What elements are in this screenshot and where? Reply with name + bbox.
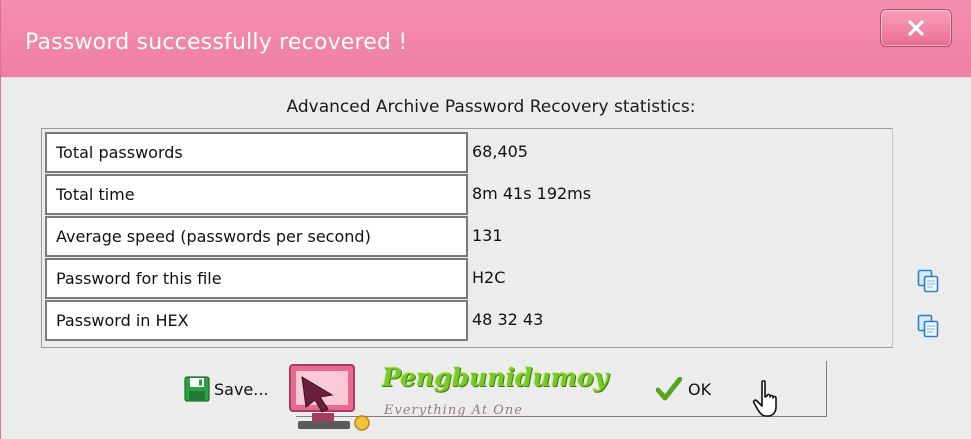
hand-cursor-icon bbox=[752, 380, 777, 417]
password-recovered-dialog: Password successfully recovered ! Advanc… bbox=[0, 0, 971, 439]
stat-label: Password for this file bbox=[45, 258, 468, 299]
copy-password-button[interactable] bbox=[917, 269, 939, 293]
stat-label: Total passwords bbox=[45, 132, 468, 173]
stat-label: Average speed (passwords per second) bbox=[45, 216, 468, 257]
stat-label: Password in HEX bbox=[45, 300, 468, 341]
statistics-heading: Advanced Archive Password Recovery stati… bbox=[286, 97, 696, 117]
stat-value[interactable]: H2C bbox=[470, 258, 890, 299]
save-button-label: Save... bbox=[214, 379, 269, 399]
copy-icon bbox=[917, 314, 939, 338]
table-row: Total time 8m 41s 192ms bbox=[45, 174, 893, 216]
stat-value: 131 bbox=[472, 226, 503, 245]
stat-value: 68,405 bbox=[472, 142, 528, 161]
stat-label: Total time bbox=[45, 174, 468, 215]
stat-value[interactable]: 48 32 43 bbox=[470, 300, 890, 341]
save-button[interactable]: Save... bbox=[184, 369, 304, 409]
statistics-table: Total passwords 68,405 Total time 8m 41s… bbox=[41, 128, 893, 348]
dialog-body: Advanced Archive Password Recovery stati… bbox=[1, 77, 971, 439]
window-title: Password successfully recovered ! bbox=[25, 30, 408, 55]
floppy-disk-icon bbox=[184, 376, 210, 402]
table-row: Total passwords 68,405 bbox=[45, 132, 893, 174]
close-button[interactable] bbox=[880, 9, 952, 47]
table-row: Password in HEX 48 32 43 bbox=[45, 300, 893, 342]
title-bar[interactable]: Password successfully recovered ! bbox=[1, 0, 971, 77]
stat-value: 8m 41s 192ms bbox=[472, 184, 592, 203]
close-icon bbox=[908, 20, 924, 36]
copy-icon bbox=[917, 269, 939, 293]
checkmark-icon bbox=[656, 377, 682, 401]
ok-button-label: OK bbox=[688, 379, 712, 399]
table-row: Average speed (passwords per second) 131 bbox=[45, 216, 893, 258]
table-row: Password for this file H2C bbox=[45, 258, 893, 300]
ok-button[interactable]: OK bbox=[656, 369, 766, 409]
copy-hex-button[interactable] bbox=[917, 314, 939, 338]
